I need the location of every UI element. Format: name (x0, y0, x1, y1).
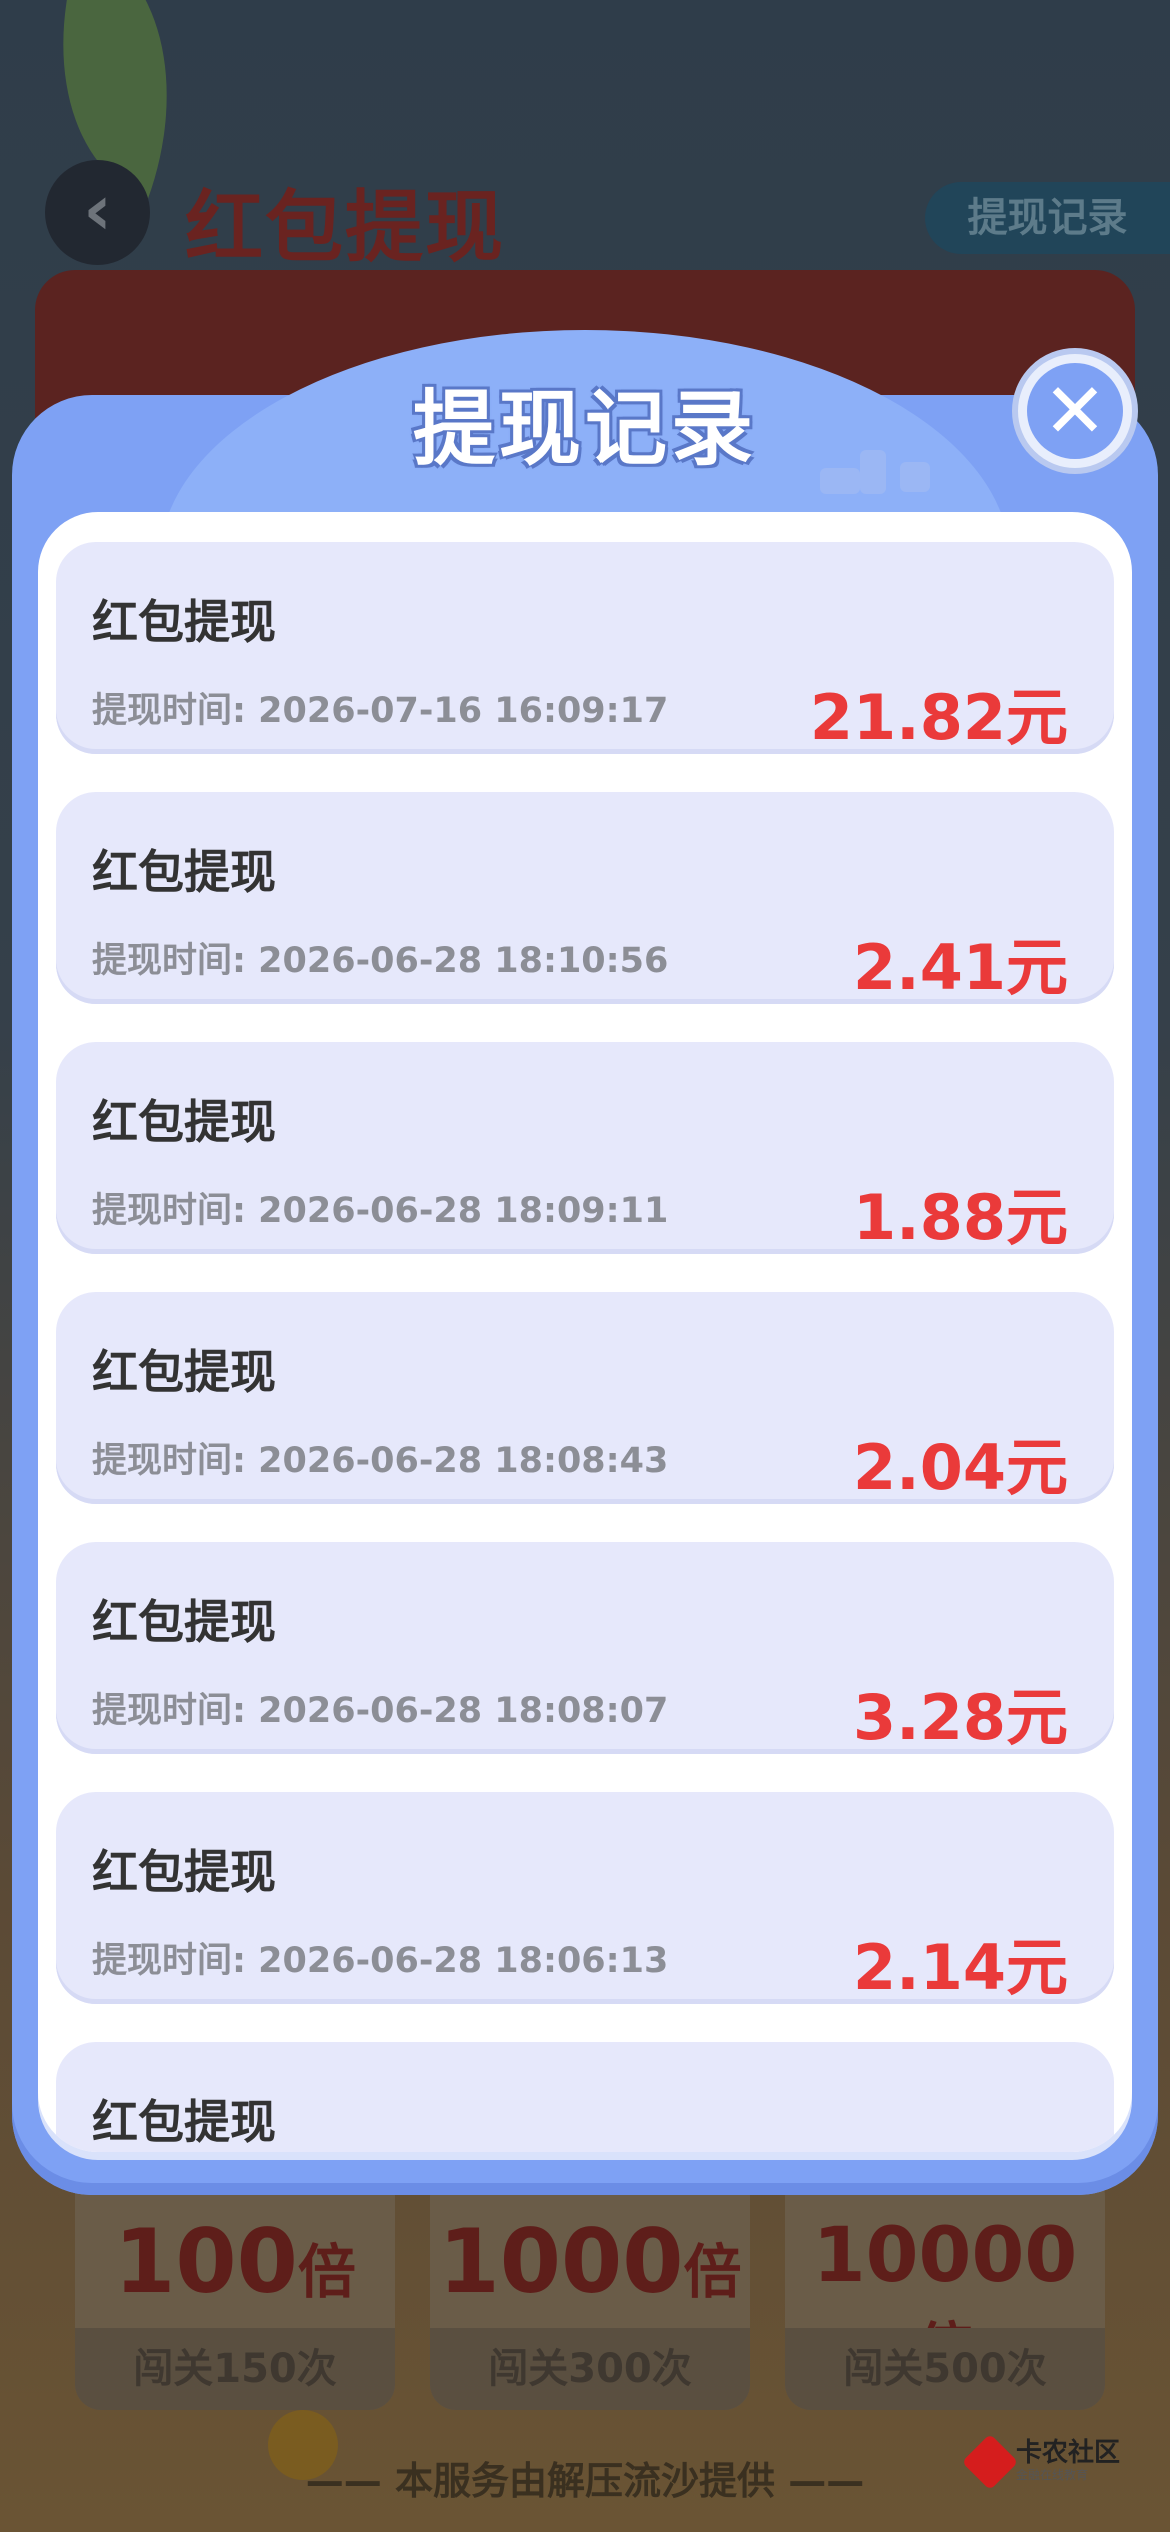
record-amount: 2.41元 (853, 931, 1068, 1004)
record-name: 红包提现 (92, 1095, 276, 1149)
record-amount: 21.82元 (809, 681, 1068, 754)
watermark-subtitle: 金融在线教育 (1015, 2468, 1088, 2482)
list-item: 红包提现 提现时间: 2026-06-28 18:06:13 2.14元 (56, 1792, 1114, 2004)
tier-unit: 倍 (683, 2238, 742, 2306)
watermark-name: 卡农社区 (1015, 2438, 1120, 2468)
record-list[interactable]: 红包提现 提现时间: 2026-07-16 16:09:17 21.82元 红包… (56, 542, 1114, 2152)
record-time: 提现时间: 2026-07-16 16:09:17 (92, 691, 669, 731)
list-item: 红包提现 提现时间: 2026-06-28 18:08:43 2.04元 (56, 1292, 1114, 1504)
modal-title: 提现记录 (412, 382, 757, 477)
page-title: 红包提现 (185, 183, 506, 273)
list-item: 红包提现 提现时间: 2026-06-28 18:08:07 3.28元 (56, 1542, 1114, 1754)
list-item: 红包提现 提现时间: 2026-06-28 18:09:11 1.88元 (56, 1042, 1114, 1254)
tier-list: 100倍 闯关150次 1000倍 闯关300次 10000倍 闯关500次 (75, 2170, 1105, 2410)
tier-card[interactable]: 1000倍 闯关300次 (430, 2170, 750, 2410)
tier-card[interactable]: 100倍 闯关150次 (75, 2170, 395, 2410)
record-time: 提现时间: 2026-06-28 18:08:43 (92, 1441, 669, 1481)
modal-body: 红包提现 提现时间: 2026-07-16 16:09:17 21.82元 红包… (38, 512, 1132, 2152)
record-time: 提现时间: 2026-06-28 18:06:13 (92, 1941, 669, 1981)
list-item: 红包提现 提现时间: 2026-07-16 16:09:17 21.82元 (56, 542, 1114, 754)
tier-condition: 闯关150次 (75, 2328, 395, 2410)
record-name: 红包提现 (92, 2095, 276, 2149)
record-time: 提现时间: 2026-06-28 18:10:56 (92, 941, 669, 981)
tier-multiplier: 1000 (438, 2210, 684, 2313)
record-amount: 2.04元 (853, 1431, 1068, 1504)
record-amount: 1.88元 (853, 1181, 1068, 1254)
record-time: 提现时间: 2026-06-28 18:09:11 (92, 1191, 669, 1231)
watermark-logo-icon (961, 2433, 1019, 2490)
back-arrow-icon[interactable]: ‹ (45, 160, 150, 265)
list-item: 红包提现 (56, 2042, 1114, 2152)
tier-multiplier: 10000 (812, 2210, 1078, 2299)
close-icon[interactable]: ✕ (1027, 363, 1123, 459)
close-button[interactable]: ✕ (1012, 348, 1138, 474)
tier-multiplier: 100 (114, 2210, 298, 2313)
list-item: 红包提现 提现时间: 2026-06-28 18:10:56 2.41元 (56, 792, 1114, 1004)
tier-card[interactable]: 10000倍 闯关500次 (785, 2170, 1105, 2410)
record-name: 红包提现 (92, 1345, 276, 1399)
tier-unit: 倍 (297, 2238, 356, 2306)
record-time: 提现时间: 2026-06-28 18:08:07 (92, 1691, 669, 1731)
tier-condition: 闯关500次 (785, 2328, 1105, 2410)
record-amount: 3.28元 (853, 1681, 1068, 1754)
watermark: 卡农社区 金融在线教育 (961, 2433, 1120, 2490)
tier-condition: 闯关300次 (430, 2328, 750, 2410)
record-name: 红包提现 (92, 845, 276, 899)
record-amount: 2.14元 (853, 1931, 1068, 2004)
withdraw-record-button[interactable]: 提现记录 (925, 182, 1170, 254)
record-name: 红包提现 (92, 595, 276, 649)
record-name: 红包提现 (92, 1845, 276, 1899)
record-name: 红包提现 (92, 1595, 276, 1649)
